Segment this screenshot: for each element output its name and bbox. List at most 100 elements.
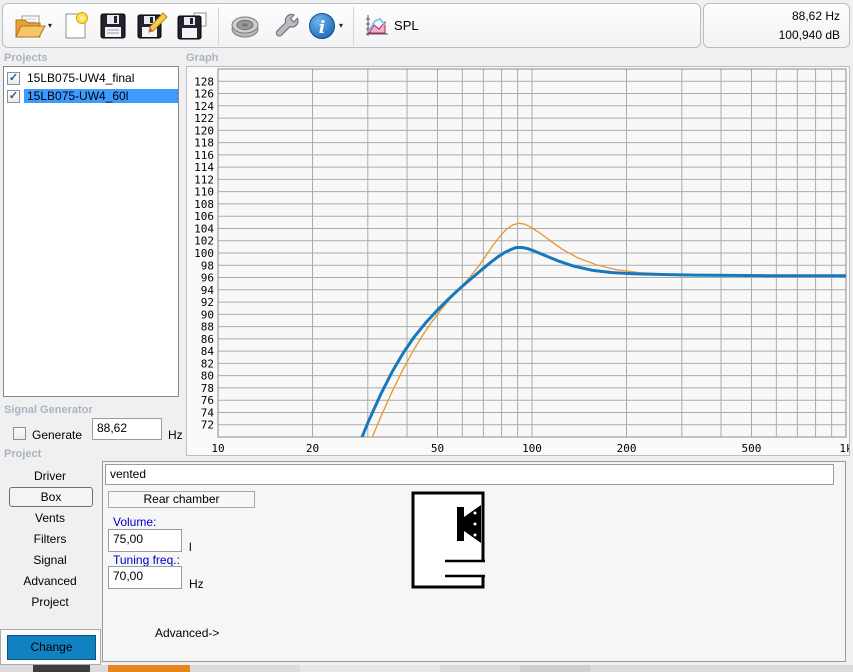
toolbar-separator	[353, 7, 354, 45]
svg-text:80: 80	[201, 370, 214, 383]
volume-label: Volume:	[113, 515, 156, 529]
svg-text:128: 128	[194, 75, 214, 88]
driver-button[interactable]	[226, 6, 264, 46]
new-project-icon	[60, 11, 90, 41]
driver-icon	[229, 11, 261, 41]
tuning-freq-label: Tuning freq.:	[113, 553, 180, 567]
svg-text:100: 100	[522, 442, 542, 455]
spl-toggle-button[interactable]: SPL	[361, 6, 422, 46]
cursor-readout: 88,62 Hz 100,940 dB	[703, 3, 850, 48]
projects-section-label: Projects	[4, 52, 47, 64]
project-item-label[interactable]: 15LB075-UW4_final	[24, 71, 178, 85]
graph-panel: 1281261241221201181161141121101081061041…	[186, 66, 850, 456]
svg-text:76: 76	[201, 394, 214, 407]
save-as-button[interactable]	[173, 6, 211, 46]
svg-text:88: 88	[201, 321, 214, 334]
open-project-button[interactable]: ▾	[11, 6, 55, 46]
tab-box[interactable]: Box	[9, 487, 93, 507]
volume-unit: l	[189, 540, 192, 554]
svg-text:90: 90	[201, 308, 214, 321]
open-folder-icon	[14, 11, 46, 41]
vented-box-diagram	[409, 489, 489, 593]
spl-button-label: SPL	[394, 18, 419, 33]
spl-graph: 1281261241221201181161141121101081061041…	[187, 67, 849, 455]
svg-text:74: 74	[201, 406, 215, 419]
tab-advanced[interactable]: Advanced	[0, 571, 100, 591]
readout-frequency: 88,62 Hz	[713, 9, 840, 23]
svg-text:72: 72	[201, 419, 214, 432]
svg-text:96: 96	[201, 272, 214, 285]
spl-chart-icon	[364, 13, 390, 39]
save-edit-button[interactable]	[133, 6, 171, 46]
save-as-icon	[176, 11, 208, 41]
svg-text:500: 500	[742, 442, 762, 455]
tab-driver[interactable]: Driver	[0, 466, 100, 486]
change-panel: Change	[0, 629, 101, 665]
project-list-item[interactable]: ✓ 15LB075-UW4_final	[4, 69, 178, 87]
svg-text:108: 108	[194, 198, 214, 211]
box-type-input[interactable]: vented	[105, 464, 834, 485]
volume-input[interactable]: 75,00	[108, 529, 182, 552]
app-window: ▾	[0, 0, 853, 672]
generate-checkbox[interactable]	[13, 427, 26, 440]
tuning-freq-input[interactable]: 70,00	[108, 566, 182, 589]
tuning-freq-unit: Hz	[189, 577, 204, 591]
generator-frequency-input[interactable]: 88,62	[92, 418, 162, 440]
main-toolbar: ▾	[2, 3, 701, 48]
info-button[interactable]: i ▾	[304, 6, 346, 46]
box-settings-panel: vented Rear chamber Volume: 75,00 l Tuni…	[102, 461, 846, 662]
save-button[interactable]	[95, 6, 131, 46]
svg-text:126: 126	[194, 88, 214, 101]
change-button[interactable]: Change	[7, 635, 96, 660]
svg-text:20: 20	[306, 442, 319, 455]
project-checkbox[interactable]: ✓	[7, 72, 20, 85]
svg-text:78: 78	[201, 382, 214, 395]
svg-text:124: 124	[194, 100, 214, 113]
project-item-label[interactable]: 15LB075-UW4_60l	[24, 89, 178, 103]
svg-text:110: 110	[194, 186, 214, 199]
info-dropdown-icon[interactable]: ▾	[339, 21, 343, 30]
project-list-item[interactable]: ✓ 15LB075-UW4_60l	[4, 87, 178, 105]
svg-text:100: 100	[194, 247, 214, 260]
new-project-button[interactable]	[57, 6, 93, 46]
svg-text:84: 84	[201, 345, 215, 358]
signal-generator-section-label: Signal Generator	[4, 404, 93, 416]
save-icon	[98, 11, 128, 41]
info-icon: i	[307, 11, 337, 41]
svg-text:112: 112	[194, 173, 214, 186]
save-edit-icon	[136, 11, 168, 41]
svg-text:1k: 1k	[839, 442, 849, 455]
readout-level: 100,940 dB	[713, 28, 840, 42]
tab-project[interactable]: Project	[0, 592, 100, 612]
svg-text:114: 114	[194, 161, 214, 174]
open-dropdown-icon[interactable]: ▾	[48, 21, 52, 30]
tab-signal[interactable]: Signal	[0, 550, 100, 570]
svg-text:102: 102	[194, 235, 214, 248]
tab-vents[interactable]: Vents	[0, 508, 100, 528]
taskbar-segment-orange	[108, 665, 190, 672]
taskbar-segment	[520, 665, 590, 672]
projects-list: ✓ 15LB075-UW4_final ✓ 15LB075-UW4_60l	[3, 66, 179, 397]
svg-text:94: 94	[201, 284, 215, 297]
project-checkbox[interactable]: ✓	[7, 90, 20, 103]
svg-text:120: 120	[194, 124, 214, 137]
tools-button[interactable]	[266, 6, 302, 46]
rear-chamber-button[interactable]: Rear chamber	[108, 491, 255, 508]
svg-text:116: 116	[194, 149, 214, 162]
project-section-label: Project	[4, 448, 41, 460]
svg-text:50: 50	[431, 442, 444, 455]
svg-text:98: 98	[201, 259, 214, 272]
svg-text:82: 82	[201, 357, 214, 370]
generator-frequency-unit: Hz	[168, 428, 183, 442]
wrench-icon	[269, 11, 299, 41]
tab-filters[interactable]: Filters	[0, 529, 100, 549]
graph-section-label: Graph	[186, 52, 218, 64]
taskbar-segment	[300, 665, 440, 672]
generate-label: Generate	[32, 428, 82, 442]
svg-text:118: 118	[194, 137, 214, 150]
svg-text:86: 86	[201, 333, 214, 346]
advanced-link[interactable]: Advanced->	[155, 626, 219, 640]
svg-text:104: 104	[194, 222, 214, 235]
svg-text:122: 122	[194, 112, 214, 125]
svg-text:92: 92	[201, 296, 214, 309]
